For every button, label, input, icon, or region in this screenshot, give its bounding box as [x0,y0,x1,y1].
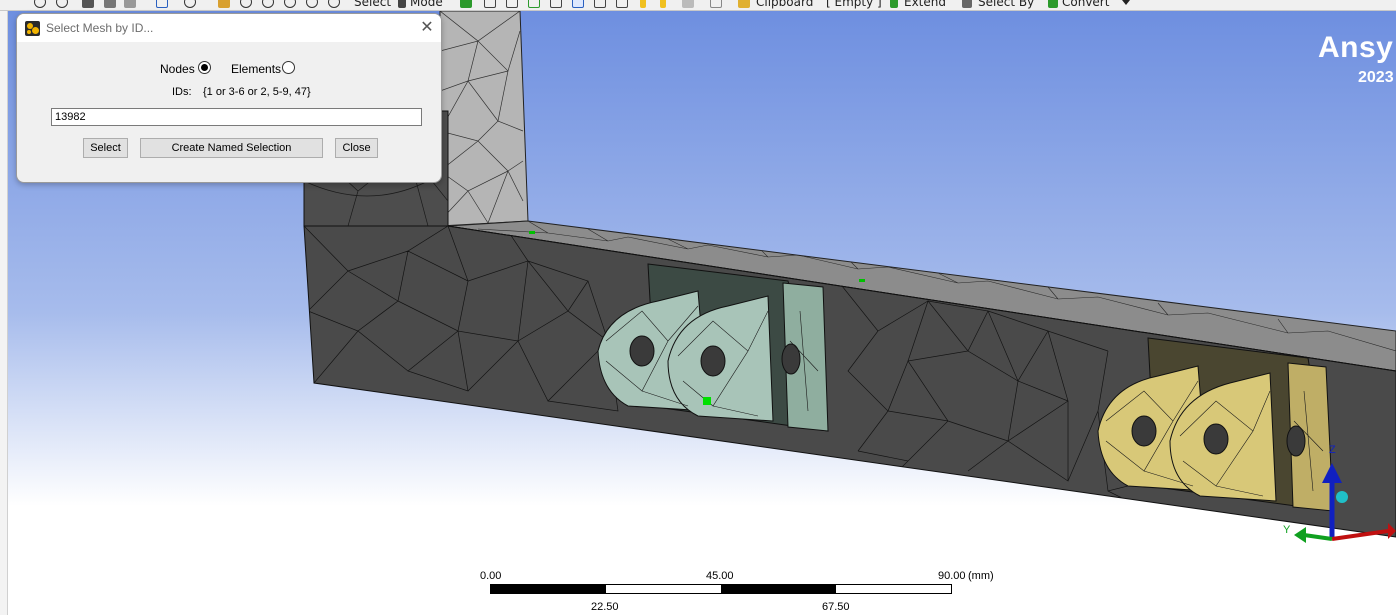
ansys-logo: Ansy [1318,31,1394,64]
toolbar-mode[interactable]: Mode [410,0,443,9]
ids-label: IDs: [172,86,192,98]
ids-format-hint: {1 or 3-6 or 2, 5-9, 47} [203,86,311,98]
nodes-label: Nodes [160,62,195,76]
shaded-icon[interactable] [104,0,116,8]
rotate-icon[interactable] [184,0,196,8]
pan-icon[interactable] [218,0,230,8]
selected-node-marker [703,397,711,405]
left-panel-edge [0,11,8,615]
elements-label: Elements [231,62,282,76]
select-node-icon[interactable] [550,0,562,8]
hide-icon[interactable] [682,0,694,8]
lightning-icon[interactable] [640,0,646,8]
create-named-selection-button[interactable]: Create Named Selection [140,138,323,158]
zoom-in-icon[interactable] [240,0,252,8]
zoom-icon[interactable] [34,0,46,8]
close-button[interactable]: Close [335,138,378,158]
scale-tick-90: 90.00 [938,570,966,582]
toolbar-convert[interactable]: Convert [1062,0,1109,9]
toolbar-select-by[interactable]: Select By [978,0,1034,9]
ids-input[interactable] [51,108,422,126]
scale-tick-45: 45.00 [706,570,734,582]
scale-bar [490,584,952,594]
clipboard-icon[interactable] [738,0,750,8]
extend-icon[interactable] [890,0,898,8]
toolbar-select[interactable]: Select [354,0,391,9]
scale-tick-0: 0.00 [480,570,502,582]
scale-unit: (mm) [968,570,994,582]
ansys-mesh-icon [25,21,40,36]
select-mesh-by-id-dialog: Select Mesh by ID... ✕ Nodes Elements ID… [16,13,442,183]
select-edge-icon[interactable] [484,0,496,8]
select-face-icon[interactable] [506,0,518,8]
select-mode-icon[interactable] [398,0,406,8]
elements-radio[interactable] [282,61,295,74]
wireframe-icon[interactable] [124,0,136,8]
top-toolbar: Select Mode Clipboard [ Empty ] Extend S… [0,0,1396,11]
scale-tick-22-5: 22.50 [591,601,619,613]
convert-icon[interactable] [1048,0,1058,8]
zoom-out-icon[interactable] [262,0,274,8]
toolbar-clipboard-status: [ Empty ] [826,0,882,9]
scale-tick-67-5: 67.50 [822,601,850,613]
lightning-extend-icon[interactable] [660,0,666,8]
show-icon[interactable] [710,0,722,8]
zoom-box-icon[interactable] [56,0,68,8]
node-marker [529,231,535,234]
zoom-previous-icon[interactable] [306,0,318,8]
zoom-next-icon[interactable] [328,0,340,8]
toolbar-extend[interactable]: Extend [904,0,946,9]
nodes-radio[interactable] [198,61,211,74]
toolbar-clipboard[interactable]: Clipboard [756,0,813,9]
chevron-down-icon[interactable] [1122,0,1130,5]
select-body-icon[interactable] [528,0,540,8]
dialog-title: Select Mesh by ID... [46,21,154,35]
dialog-title-bar[interactable]: Select Mesh by ID... ✕ [17,14,441,42]
zoom-fit-icon[interactable] [284,0,296,8]
close-icon[interactable]: ✕ [417,18,437,38]
select-vertex-icon[interactable] [460,0,472,8]
fit-icon[interactable] [156,0,168,8]
mesh-wall-face [439,11,529,227]
axis-z-label: Z [1329,444,1336,456]
ansys-version: 2023 [1358,69,1394,86]
select-element-edge-icon[interactable] [616,0,628,8]
axis-y-label: Y [1283,524,1291,536]
view-cube-icon[interactable] [82,0,94,8]
select-by-icon[interactable] [962,0,972,8]
select-element-icon[interactable] [572,0,584,8]
select-button[interactable]: Select [83,138,128,158]
node-marker [859,279,865,282]
select-element-face-icon[interactable] [594,0,606,8]
